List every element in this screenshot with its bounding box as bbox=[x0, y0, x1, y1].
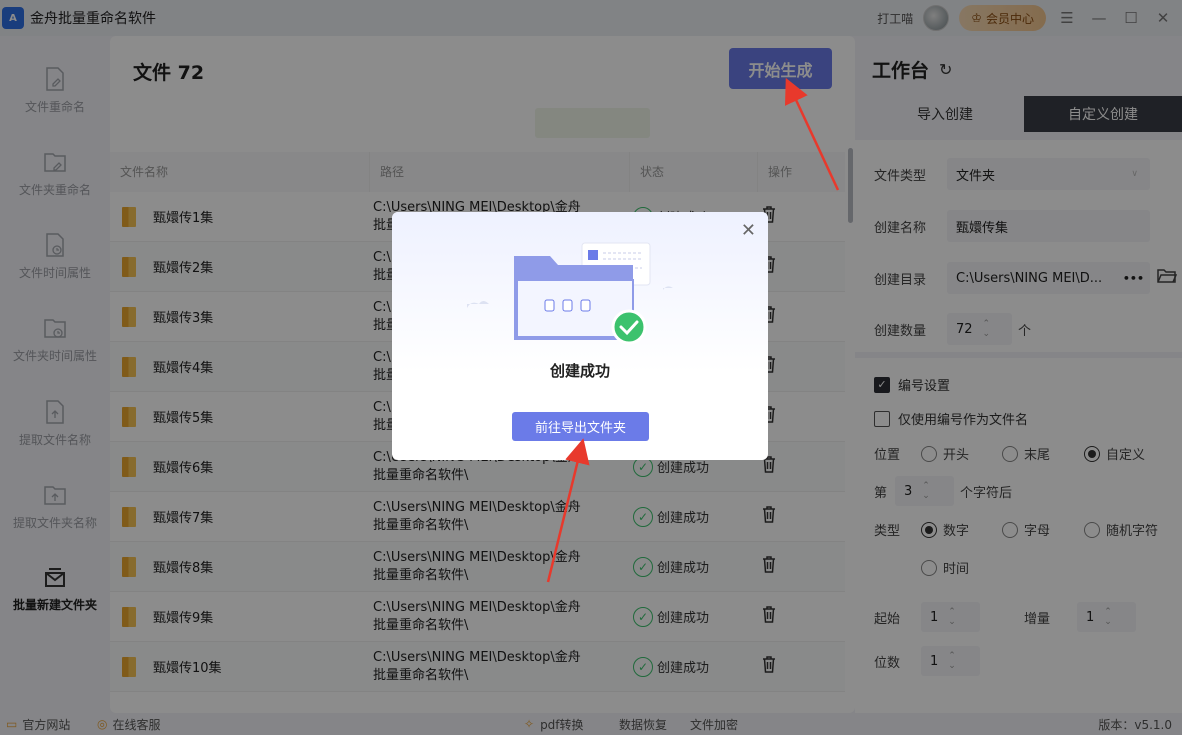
success-dialog: ✕ 创建成功 前往导出文件夹 bbox=[392, 212, 768, 460]
goto-export-folder-button[interactable]: 前往导出文件夹 bbox=[512, 412, 649, 441]
success-title: 创建成功 bbox=[549, 362, 610, 380]
success-folder-illustration-icon bbox=[467, 242, 673, 345]
dialog-close-icon[interactable]: ✕ bbox=[741, 220, 756, 241]
